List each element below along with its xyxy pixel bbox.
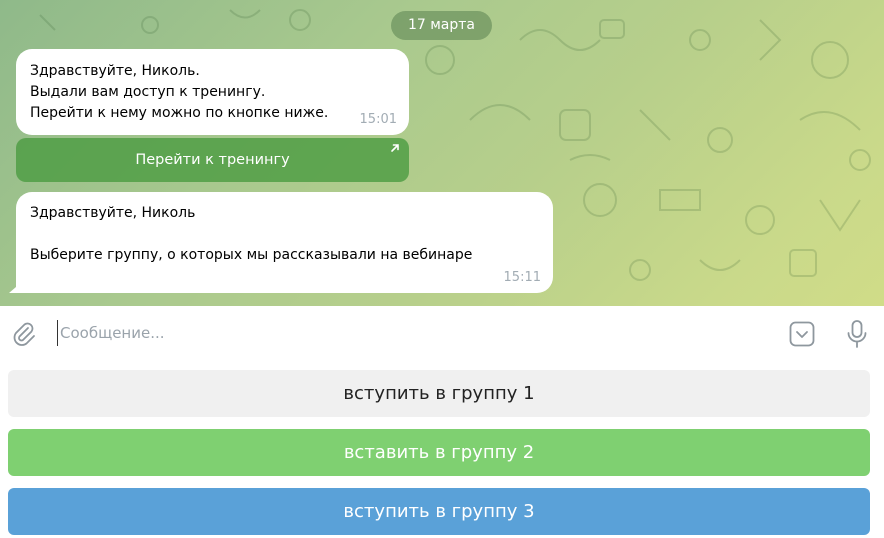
message-bubble: Здравствуйте, Николь Выберите группу, о … [16, 192, 553, 293]
join-group-1-button[interactable]: вступить в группу 1 [8, 370, 870, 417]
arrow-up-right-icon [391, 144, 399, 152]
chat-area: 17 марта Здравствуйте, Николь. Выдали ва… [0, 0, 884, 306]
message-composer [0, 306, 884, 361]
inline-button-label: Перейти к тренингу [135, 152, 290, 168]
join-group-3-button[interactable]: вступить в группу 3 [8, 488, 870, 535]
message-text: Выберите группу, о которых мы рассказыва… [30, 247, 473, 263]
message-input[interactable] [57, 320, 757, 346]
message-text: Здравствуйте, Николь. [30, 63, 200, 79]
date-separator: 17 марта [391, 11, 492, 40]
message-bubble: Здравствуйте, Николь. Выдали вам доступ … [16, 49, 409, 135]
message-time: 15:11 [503, 270, 541, 285]
keyboard-toggle-icon[interactable] [788, 320, 816, 348]
paperclip-icon[interactable] [10, 320, 38, 348]
message-text: Выдали вам доступ к тренингу. [30, 84, 266, 100]
message-text: Здравствуйте, Николь [30, 205, 196, 221]
microphone-icon[interactable] [845, 319, 869, 349]
message-text: Перейти к нему можно по кнопке ниже. [30, 105, 329, 121]
go-to-training-button[interactable]: Перейти к тренингу [16, 138, 409, 182]
message-text [30, 224, 539, 245]
message-time: 15:01 [359, 112, 397, 127]
join-group-2-button[interactable]: вставить в группу 2 [8, 429, 870, 476]
